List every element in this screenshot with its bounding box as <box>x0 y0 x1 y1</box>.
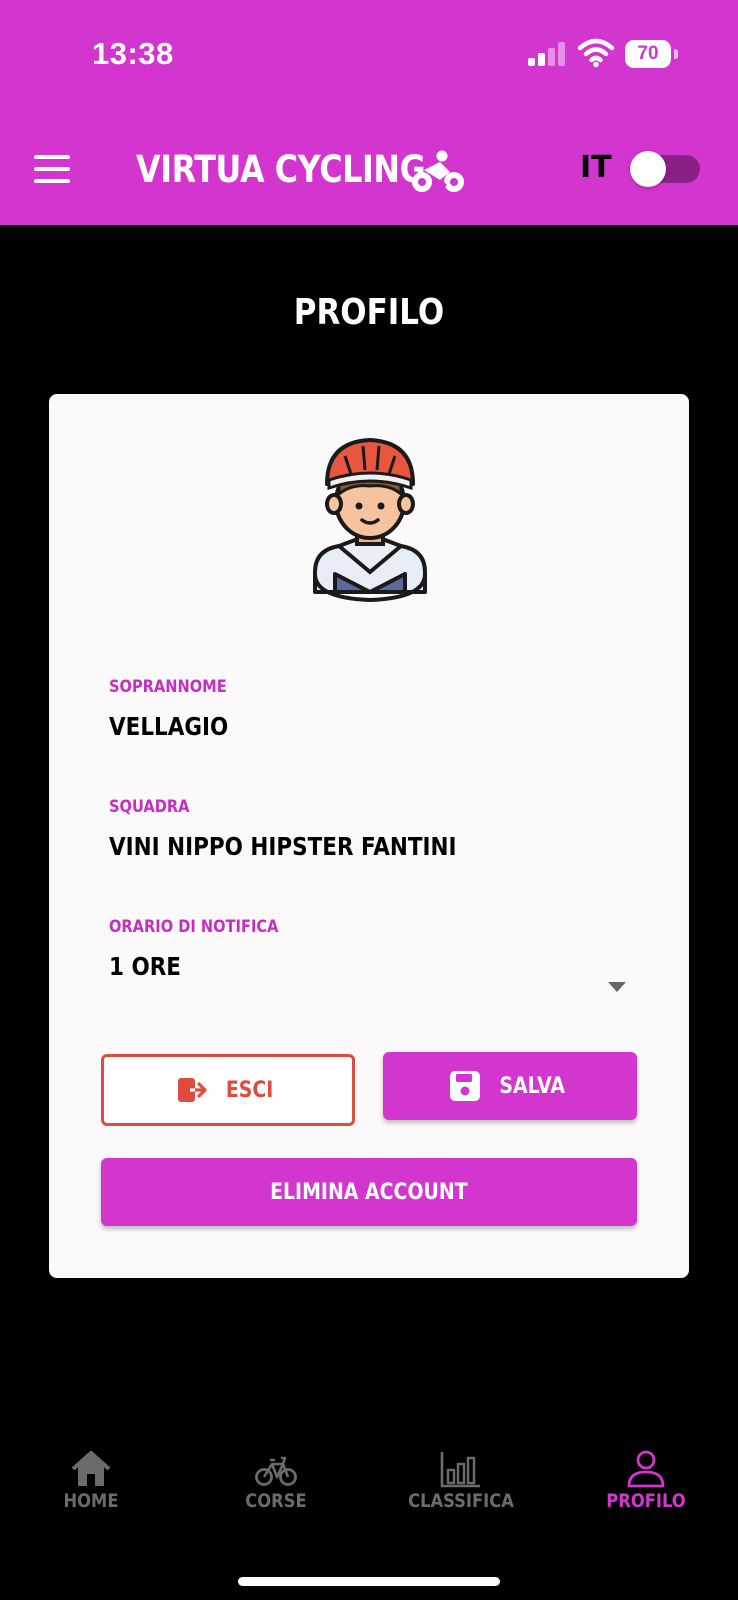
logout-icon <box>178 1078 207 1102</box>
nickname-label: Soprannome <box>109 677 227 697</box>
nav-leaderboard-label: Classifica <box>408 1490 514 1512</box>
nav-profile[interactable]: Profilo <box>576 1450 716 1512</box>
language-toggle[interactable] <box>630 151 700 187</box>
wifi-icon <box>578 38 614 68</box>
home-indicator <box>238 1577 500 1586</box>
home-icon <box>71 1451 111 1486</box>
notification-time-label: Orario di notifica <box>109 917 279 937</box>
save-button[interactable]: Salva <box>383 1052 637 1120</box>
logout-button[interactable]: Esci <box>101 1054 355 1126</box>
nav-home[interactable]: Home <box>21 1450 161 1512</box>
floppy-disk-icon <box>449 1071 480 1101</box>
toggle-knob <box>630 151 666 187</box>
bicycle-icon <box>255 1456 297 1486</box>
app-title: Virtua Cycling <box>136 148 426 191</box>
battery-icon: 70 <box>625 40 671 68</box>
cellular-signal-icon <box>528 42 565 66</box>
dropdown-arrow-icon[interactable] <box>608 982 626 992</box>
app-header: 13:38 70 Virtua Cycling IT <box>0 0 738 225</box>
nav-profile-label: Profilo <box>606 1490 686 1512</box>
cyclist-avatar-icon <box>313 438 427 603</box>
delete-account-button[interactable]: Elimina Account <box>101 1158 637 1226</box>
battery-tip <box>674 49 678 59</box>
language-label: IT <box>580 150 612 185</box>
save-button-label: Salva <box>499 1073 565 1099</box>
menu-button[interactable] <box>34 155 72 183</box>
nav-leaderboard[interactable]: Classifica <box>391 1450 531 1512</box>
team-label: Squadra <box>109 797 190 817</box>
status-time: 13:38 <box>92 36 174 71</box>
battery-level: 70 <box>637 43 659 64</box>
cyclist-logo-icon <box>412 150 464 192</box>
nav-races-label: Corse <box>245 1490 307 1512</box>
nickname-field[interactable]: Vellagio <box>109 712 228 741</box>
logout-button-label: Esci <box>226 1077 274 1103</box>
team-field[interactable]: Vini Nippo Hipster Fantini <box>109 832 457 861</box>
notification-time-select[interactable]: 1 ore <box>109 952 181 981</box>
nav-home-label: Home <box>63 1490 119 1512</box>
user-icon <box>627 1450 665 1488</box>
bar-chart-icon <box>440 1452 480 1488</box>
nav-races[interactable]: Corse <box>206 1450 346 1512</box>
profile-card: Soprannome Vellagio Squadra Vini Nippo H… <box>49 394 689 1278</box>
page-title: Profilo <box>293 292 445 333</box>
delete-account-label: Elimina Account <box>270 1179 468 1205</box>
